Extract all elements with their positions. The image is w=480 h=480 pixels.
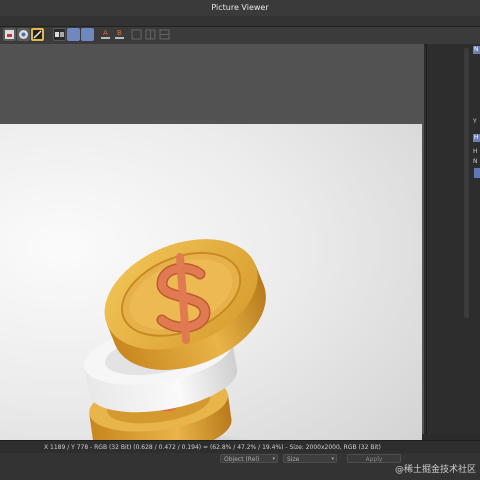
object-mode-dropdown[interactable]: Object (Rel) ▾: [220, 454, 278, 463]
window-title: Picture Viewer: [211, 3, 269, 12]
object-mode-label: Object (Rel): [224, 456, 260, 463]
rendered-image: [0, 124, 422, 476]
bottom-bar: Object (Rel) ▾ Size ▾ Apply @稀土掘金技术社区: [0, 453, 480, 480]
svg-text:A: A: [103, 29, 108, 37]
size-label: Size: [287, 456, 300, 463]
image-viewport[interactable]: [0, 44, 424, 476]
panel-swatch[interactable]: [474, 168, 480, 178]
compare-icon[interactable]: [67, 28, 80, 41]
color-picker-icon[interactable]: [31, 28, 44, 41]
chevron-down-icon: ▾: [331, 456, 334, 462]
menu-bar: [0, 16, 480, 27]
channel-a-icon[interactable]: A: [99, 28, 112, 41]
watermark-text: @稀土掘金技术社区: [394, 465, 476, 475]
channel-b-icon[interactable]: B: [113, 28, 126, 41]
toolbar: A B: [0, 27, 480, 45]
right-panel: N Y H H N: [426, 44, 480, 434]
layers-icon[interactable]: [17, 28, 30, 41]
panel-label-y: Y: [473, 118, 477, 125]
ab-compare-icon[interactable]: [53, 28, 66, 41]
grid-view-icon[interactable]: [130, 28, 143, 41]
right-panel-scrollbar[interactable]: [464, 48, 469, 318]
status-bar: X 1189 / Y 778 - RGB (32 Bit) (0.628 / 0…: [0, 440, 480, 454]
tab-navigator[interactable]: N: [473, 46, 480, 54]
chevron-down-icon: ▾: [272, 456, 275, 462]
layout-view-icon[interactable]: [144, 28, 157, 41]
size-dropdown[interactable]: Size ▾: [283, 454, 337, 463]
apply-button[interactable]: Apply: [347, 454, 401, 463]
tab-histogram[interactable]: H: [473, 134, 480, 142]
split-view-icon[interactable]: [81, 28, 94, 41]
image-icon[interactable]: [3, 28, 16, 41]
svg-text:B: B: [117, 29, 122, 37]
panel-label-n: N: [473, 158, 478, 165]
window-titlebar: Picture Viewer: [0, 0, 480, 17]
history-view-icon[interactable]: [158, 28, 171, 41]
panel-label-h: H: [473, 148, 478, 155]
